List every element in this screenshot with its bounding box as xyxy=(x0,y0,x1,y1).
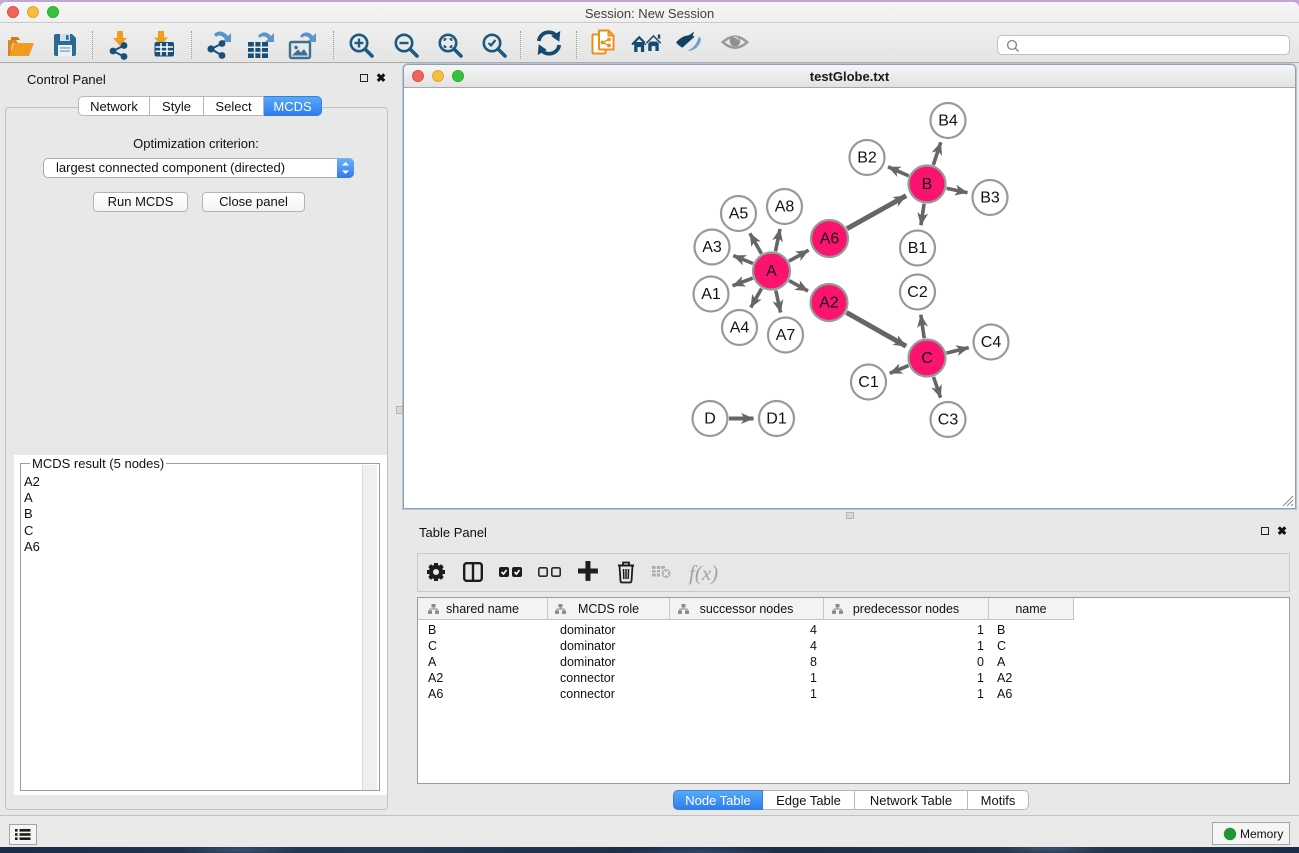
svg-text:D: D xyxy=(704,411,716,428)
svg-text:A4: A4 xyxy=(730,320,750,337)
svg-text:A8: A8 xyxy=(775,199,795,216)
svg-text:B1: B1 xyxy=(908,240,928,257)
svg-text:A3: A3 xyxy=(702,239,722,256)
svg-text:C4: C4 xyxy=(981,334,1002,351)
svg-text:B3: B3 xyxy=(980,190,1000,207)
svg-text:C1: C1 xyxy=(858,374,879,391)
svg-text:B2: B2 xyxy=(857,150,877,167)
svg-text:A6: A6 xyxy=(820,231,840,248)
svg-text:C: C xyxy=(921,350,933,367)
svg-text:f(x): f(x) xyxy=(689,561,718,585)
svg-text:A2: A2 xyxy=(819,295,839,312)
svg-text:A: A xyxy=(766,263,777,280)
svg-text:A5: A5 xyxy=(729,206,749,223)
svg-text:B: B xyxy=(922,176,933,193)
svg-text:C2: C2 xyxy=(907,284,928,301)
svg-text:D1: D1 xyxy=(766,411,787,428)
svg-text:C3: C3 xyxy=(938,412,959,429)
svg-text:A7: A7 xyxy=(776,327,796,344)
svg-text:A1: A1 xyxy=(701,286,721,303)
svg-text:B4: B4 xyxy=(938,113,958,130)
